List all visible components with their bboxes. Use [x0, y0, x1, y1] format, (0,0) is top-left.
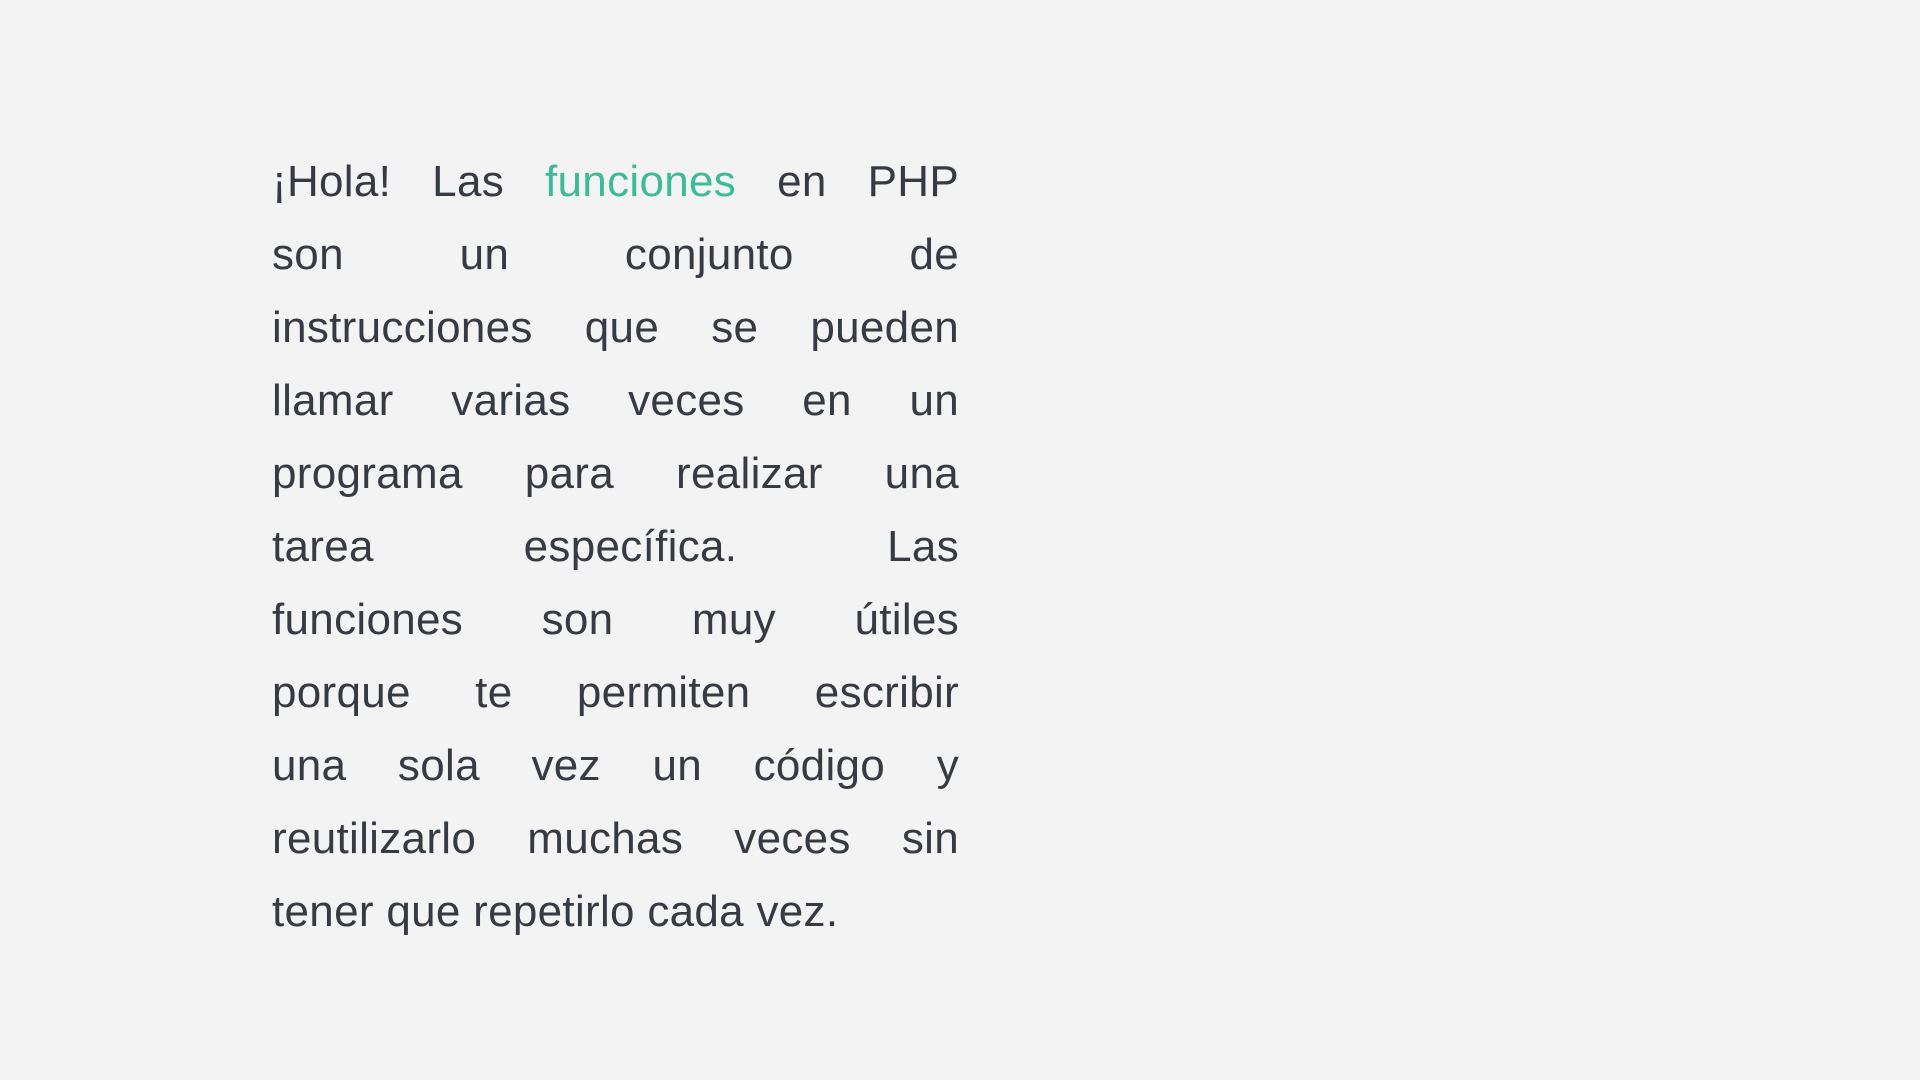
line-text: ¡Hola! Las: [272, 157, 546, 206]
paragraph-line: una sola vez un código y: [272, 741, 959, 790]
paragraph-line: tener que repetirlo cada vez.: [272, 887, 839, 936]
paragraph-line: programa para realizar una: [272, 449, 959, 498]
paragraph-line: ¡Hola! Las funciones en PHP: [272, 145, 959, 218]
paragraph-line: tarea específica. Las: [272, 522, 959, 571]
paragraph-line: instrucciones que se pueden: [272, 303, 959, 352]
paragraph-line: funciones son muy útiles: [272, 595, 959, 644]
paragraph: ¡Hola! Las funciones en PHP son un conju…: [272, 145, 959, 948]
paragraph-line: porque te permiten escribir: [272, 668, 959, 717]
paragraph-line: son un conjunto de: [272, 230, 959, 279]
highlighted-term: funciones: [545, 157, 737, 206]
line-text: en PHP: [736, 157, 959, 206]
paragraph-line: llamar varias veces en un: [272, 376, 959, 425]
paragraph-line: reutilizarlo muchas veces sin: [272, 814, 959, 863]
